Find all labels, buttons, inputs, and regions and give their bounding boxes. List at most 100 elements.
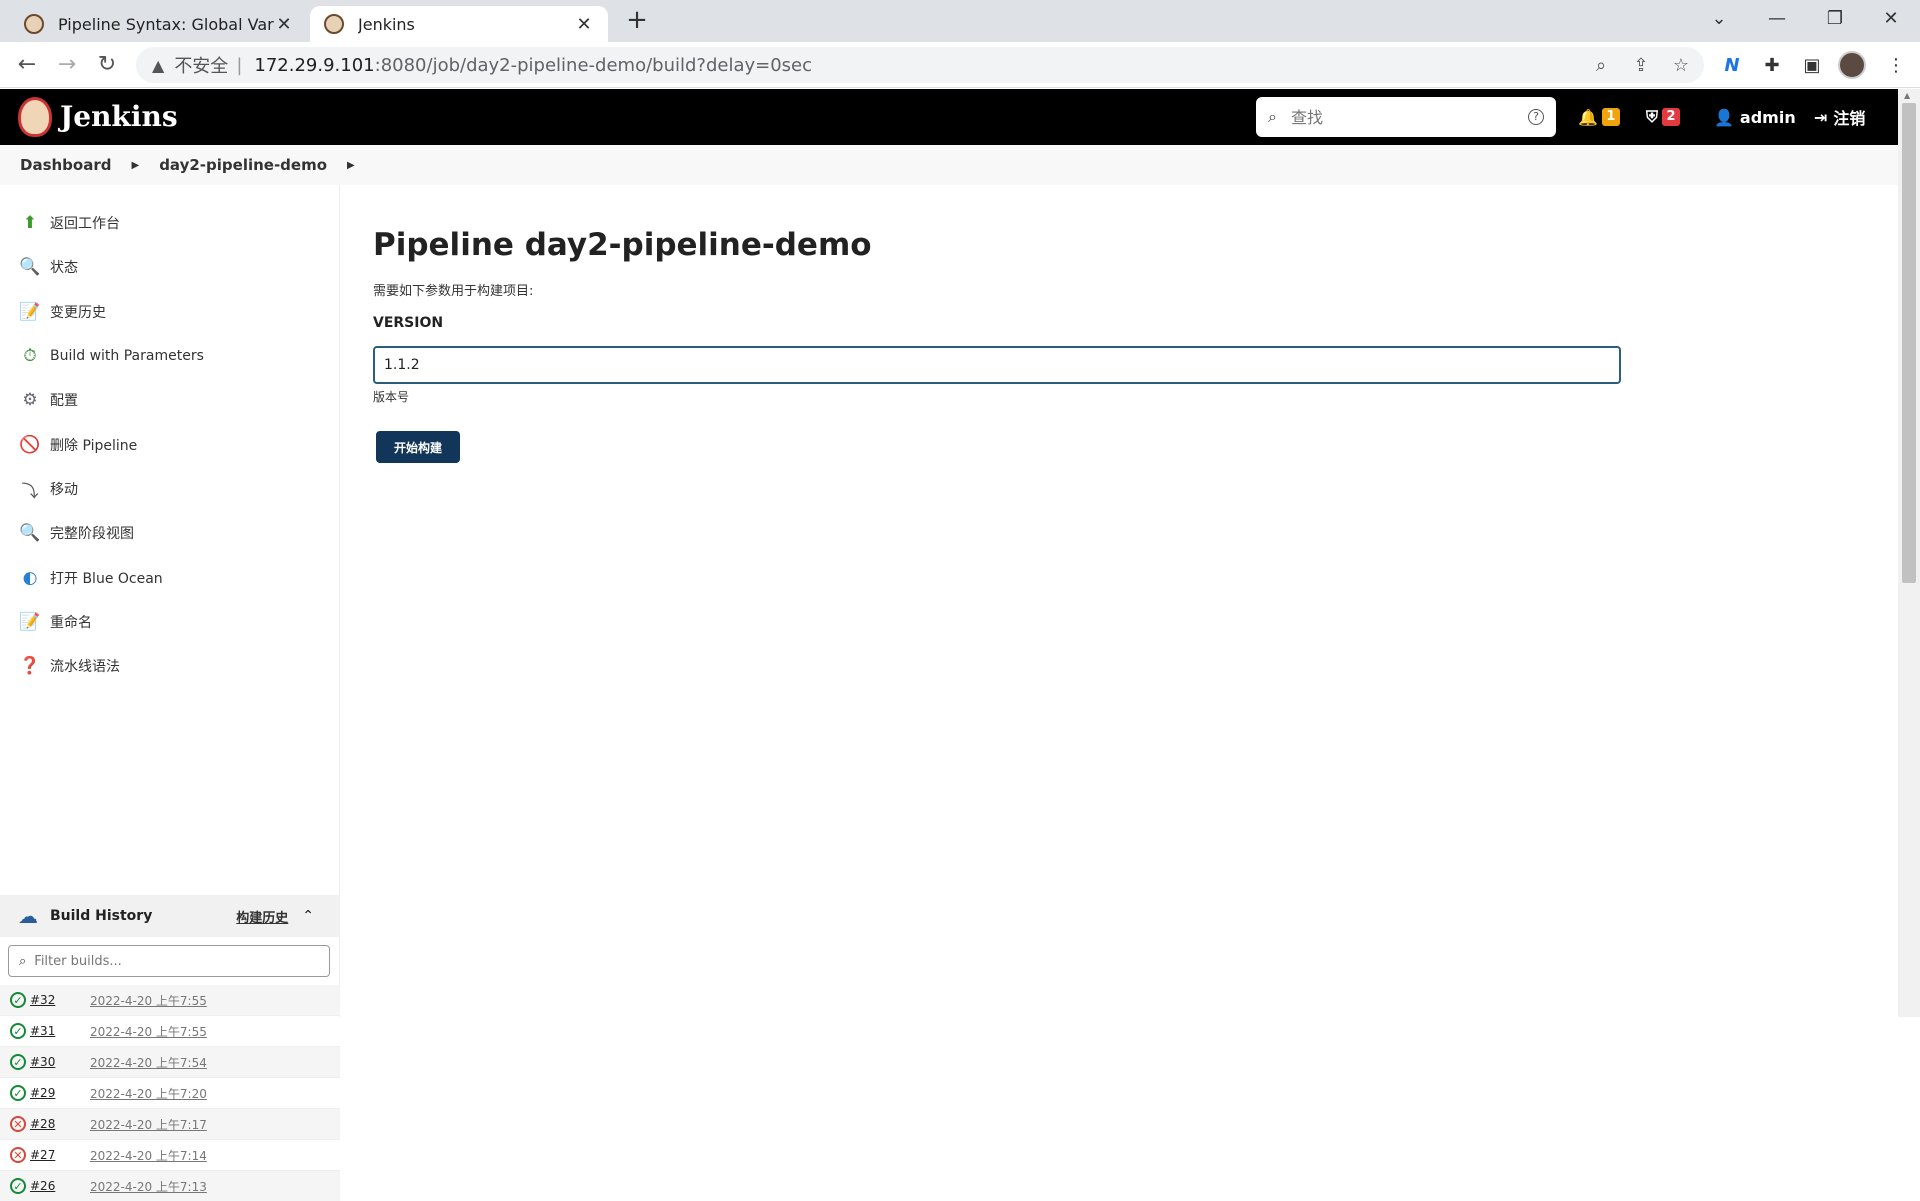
- url-separator: |: [236, 54, 243, 76]
- search-box: ⌕ ?: [1256, 97, 1556, 137]
- build-number-link[interactable]: #30: [30, 1055, 90, 1069]
- sidebar-item-full-stage-view[interactable]: 🔍 完整阶段视图: [18, 519, 134, 547]
- sidebar-item-label: 移动: [50, 482, 78, 498]
- restore-button[interactable]: ❐: [1806, 0, 1864, 40]
- scroll-up-arrow-icon[interactable]: ▲: [1904, 91, 1910, 100]
- notifications-button[interactable]: 🔔 1: [1578, 105, 1620, 129]
- success-check-icon: ✓: [10, 1054, 26, 1070]
- user-name: admin: [1739, 107, 1796, 127]
- main-content: Pipeline day2-pipeline-demo 需要如下参数用于构建项目…: [341, 185, 1898, 1017]
- notepad-icon: 📝: [19, 612, 41, 632]
- build-number-link[interactable]: #29: [30, 1086, 90, 1100]
- breadcrumb-chevron-icon[interactable]: ▶: [347, 160, 355, 171]
- no-entry-icon: 🚫: [19, 435, 41, 455]
- magnifier-icon: 🔍: [19, 523, 41, 543]
- tab-search-chevron-icon[interactable]: ⌄: [1690, 0, 1748, 40]
- jenkins-logo-icon[interactable]: [18, 97, 52, 137]
- build-trend-link[interactable]: 构建历史: [236, 907, 288, 926]
- parameter-description: 版本号: [373, 390, 410, 404]
- profile-avatar[interactable]: [1838, 51, 1866, 79]
- sidebar-item-label: 打开 Blue Ocean: [50, 571, 163, 587]
- build-number-link[interactable]: #28: [30, 1117, 90, 1131]
- security-button[interactable]: ⛨ 2: [1646, 105, 1681, 129]
- logout-button[interactable]: ⇥ 注销: [1814, 105, 1865, 129]
- sidebar-item-label: 配置: [50, 393, 78, 409]
- browser-tab-jenkins[interactable]: Jenkins ✕: [310, 6, 608, 42]
- zoom-icon[interactable]: ⌕: [1590, 55, 1612, 77]
- help-icon: ❓: [19, 656, 41, 676]
- notifications-badge: 1: [1601, 108, 1620, 126]
- sidebar-item-label: 删除 Pipeline: [50, 438, 138, 454]
- build-date-link[interactable]: 2022-4-20 上午7:13: [90, 1178, 207, 1195]
- magnifier-icon: 🔍: [19, 257, 41, 277]
- url-text: 172.29.9.101:8080/job/day2-pipeline-demo…: [254, 55, 812, 76]
- sidebar: ⬆ 返回工作台 🔍 状态 📝 变更历史 ⏱ Build with Paramet…: [0, 185, 340, 1201]
- url-host: 172.29.9.101: [254, 54, 375, 76]
- jenkins-brand[interactable]: Jenkins: [60, 97, 178, 137]
- search-help-icon[interactable]: ?: [1528, 109, 1544, 125]
- sidebar-item-status[interactable]: 🔍 状态: [18, 253, 78, 281]
- build-number-link[interactable]: #27: [30, 1148, 90, 1162]
- side-panel-icon[interactable]: ▣: [1800, 54, 1824, 78]
- gear-icon: ⚙: [22, 390, 38, 410]
- build-date-link[interactable]: 2022-4-20 上午7:14: [90, 1147, 207, 1164]
- user-menu[interactable]: 👤 admin: [1714, 105, 1796, 129]
- start-build-button[interactable]: 开始构建: [376, 431, 460, 463]
- sidebar-item-open-blue-ocean[interactable]: ◐ 打开 Blue Ocean: [18, 564, 163, 592]
- sidebar-item-changes[interactable]: 📝 变更历史: [18, 298, 106, 326]
- build-row: ✓ #32 2022-4-20 上午7:55: [0, 985, 340, 1016]
- build-number-link[interactable]: #26: [30, 1179, 90, 1193]
- build-date-link[interactable]: 2022-4-20 上午7:54: [90, 1054, 207, 1071]
- collapse-chevron-icon[interactable]: ⌃: [302, 908, 314, 924]
- search-input[interactable]: [1290, 107, 1528, 127]
- sidebar-item-label: 状态: [50, 260, 78, 276]
- share-icon[interactable]: ⇪: [1630, 55, 1652, 77]
- sidebar-item-move[interactable]: ⤵ 移动: [18, 475, 79, 503]
- page-scrollbar[interactable]: ▲: [1898, 89, 1920, 1017]
- build-date-link[interactable]: 2022-4-20 上午7:20: [90, 1085, 207, 1102]
- build-date-link[interactable]: 2022-4-20 上午7:17: [90, 1116, 207, 1133]
- sidebar-item-label: 完整阶段视图: [50, 526, 134, 542]
- search-icon: ⌕: [19, 953, 27, 969]
- new-tab-button[interactable]: +: [622, 6, 652, 36]
- version-input[interactable]: [373, 346, 1621, 384]
- blue-ocean-icon: ◐: [22, 568, 38, 588]
- more-menu-icon[interactable]: ⋮: [1884, 54, 1908, 78]
- forward-button[interactable]: →: [52, 50, 82, 80]
- weather-icon: ☁: [18, 904, 38, 928]
- browser-toolbar: ← → ↻ ▲ 不安全 | 172.29.9.101:8080/job/day2…: [0, 42, 1920, 88]
- sidebar-item-label: 返回工作台: [50, 216, 120, 232]
- breadcrumb-dashboard[interactable]: Dashboard: [20, 156, 111, 174]
- minimize-button[interactable]: —: [1748, 0, 1806, 40]
- build-date-link[interactable]: 2022-4-20 上午7:55: [90, 992, 207, 1009]
- move-icon: ⤵: [21, 481, 39, 502]
- logout-label: 注销: [1833, 109, 1866, 128]
- notepad-icon: 📝: [19, 302, 41, 322]
- address-bar[interactable]: ▲ 不安全 | 172.29.9.101:8080/job/day2-pipel…: [136, 47, 1704, 83]
- extensions-puzzle-icon[interactable]: ✚: [1760, 54, 1784, 78]
- browser-tab-pipeline-syntax[interactable]: Pipeline Syntax: Global Variabl ✕: [10, 6, 308, 42]
- extension-n-icon[interactable]: N: [1720, 54, 1744, 78]
- filter-builds-input[interactable]: [34, 953, 319, 969]
- build-number-link[interactable]: #31: [30, 1024, 90, 1038]
- sidebar-item-pipeline-syntax[interactable]: ❓ 流水线语法: [18, 652, 120, 680]
- sidebar-item-configure[interactable]: ⚙ 配置: [18, 386, 78, 414]
- close-tab-icon[interactable]: ✕: [574, 14, 594, 35]
- bell-icon: 🔔: [1578, 107, 1598, 127]
- back-button[interactable]: ←: [12, 50, 42, 80]
- sidebar-item-label: Build with Parameters: [50, 348, 204, 364]
- sidebar-item-delete-pipeline[interactable]: 🚫 删除 Pipeline: [18, 431, 137, 459]
- breadcrumb-chevron-icon[interactable]: ▶: [131, 160, 139, 171]
- build-date-link[interactable]: 2022-4-20 上午7:55: [90, 1023, 207, 1040]
- security-badge: 2: [1662, 108, 1681, 126]
- close-window-button[interactable]: ✕: [1862, 0, 1920, 40]
- sidebar-item-back-to-dashboard[interactable]: ⬆ 返回工作台: [18, 209, 120, 237]
- reload-button[interactable]: ↻: [92, 50, 122, 80]
- close-tab-icon[interactable]: ✕: [274, 14, 294, 35]
- build-number-link[interactable]: #32: [30, 993, 90, 1007]
- sidebar-item-rename[interactable]: 📝 重命名: [18, 608, 92, 636]
- bookmark-star-icon[interactable]: ☆: [1670, 55, 1692, 77]
- scrollbar-thumb[interactable]: [1902, 103, 1916, 583]
- sidebar-item-build-with-parameters[interactable]: ⏱ Build with Parameters: [18, 342, 204, 370]
- breadcrumb-job[interactable]: day2-pipeline-demo: [159, 156, 327, 174]
